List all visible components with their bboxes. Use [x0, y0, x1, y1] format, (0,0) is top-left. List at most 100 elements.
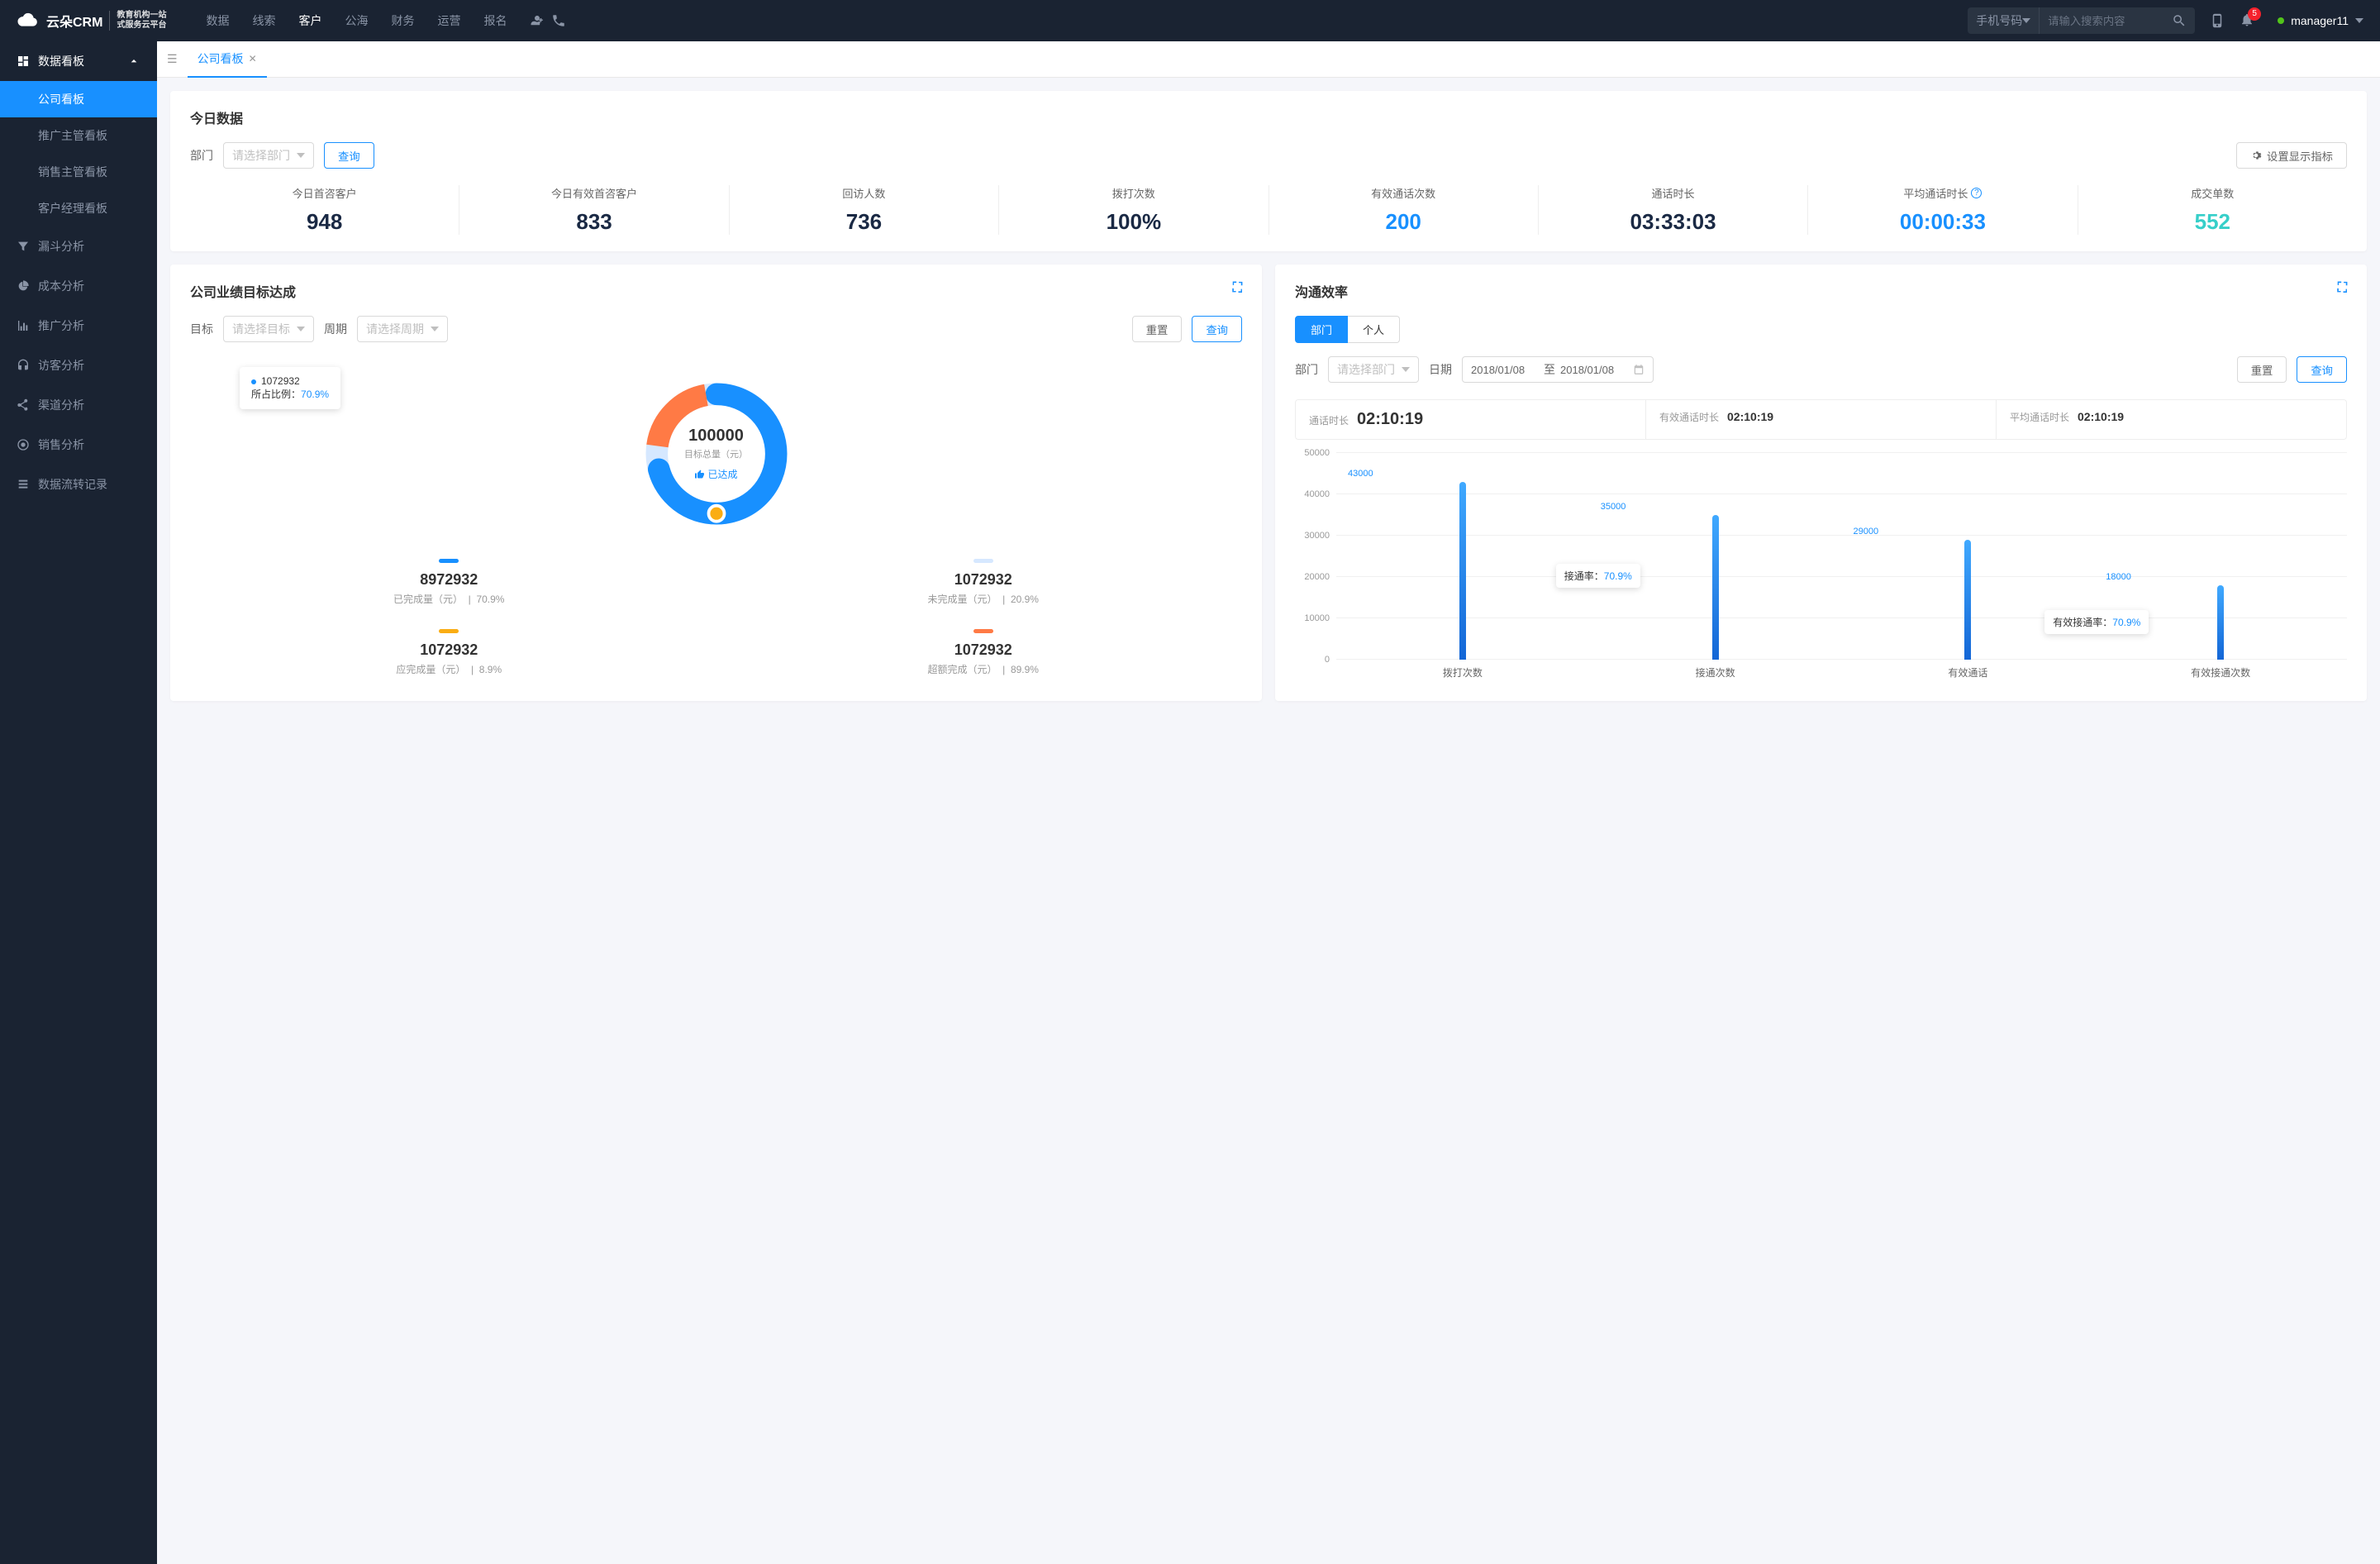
sidebar-item-cost[interactable]: 成本分析 [0, 266, 157, 306]
search-button[interactable] [2163, 7, 2195, 34]
search-group: 手机号码 [1968, 7, 2195, 34]
chevron-down-icon [431, 327, 439, 331]
online-status-dot [2278, 17, 2284, 24]
nav-item-pool[interactable]: 公海 [345, 12, 368, 29]
date-to-input[interactable] [1560, 364, 1628, 376]
nav-item-enroll[interactable]: 报名 [483, 12, 507, 29]
comm-tab-dept[interactable]: 部门 [1295, 316, 1348, 343]
notification-button[interactable]: 5 [2240, 12, 2254, 30]
chart-icon [17, 319, 30, 332]
main-area: ☰ 公司看板 ✕ 今日数据 部门 请选择部门 查询 [157, 41, 2380, 1564]
comm-date-range[interactable]: 至 [1462, 356, 1654, 383]
today-data-card: 今日数据 部门 请选择部门 查询 设置显示指标 今日首咨客户948今日有效首咨客… [170, 91, 2367, 251]
nav-item-ops[interactable]: 运营 [437, 12, 460, 29]
chevron-down-icon [297, 153, 305, 158]
metric-item: 平均通话时长02:10:19 [1997, 400, 2346, 439]
nav-item-customers[interactable]: 客户 [298, 12, 321, 29]
share-icon [17, 398, 30, 412]
stat-item: 今日首咨客户948 [190, 185, 459, 235]
donut-tooltip: 1072932 所占比例：70.9% [240, 367, 340, 409]
comm-tab-person[interactable]: 个人 [1348, 316, 1400, 343]
stat-item: 通话时长03:33:03 [1539, 185, 1808, 235]
search-icon [2172, 13, 2187, 28]
notification-badge: 5 [2248, 7, 2261, 21]
goal-target-select[interactable]: 请选择目标 [223, 316, 314, 342]
goal-reset-button[interactable]: 重置 [1132, 316, 1183, 342]
pie-icon [17, 279, 30, 293]
search-input[interactable] [2040, 7, 2163, 34]
stat-item: 成交单数552 [2078, 185, 2347, 235]
donut-chart: 1072932 所占比例：70.9% 100000 目标总量（元） [190, 359, 1242, 549]
close-tab-icon[interactable]: ✕ [249, 53, 257, 64]
stat-item: 今日有效首咨客户833 [459, 185, 729, 235]
logo[interactable]: 云朵CRM 教育机构一站 式服务云平台 [17, 11, 166, 31]
goal-query-button[interactable]: 查询 [1192, 316, 1242, 342]
user-menu[interactable]: manager11 [2278, 14, 2363, 27]
goal-card: 公司业绩目标达成 ⛶ 目标 请选择目标 周期 请选择周期 重置 查询 [170, 265, 1262, 701]
sidebar-item-sales-manager[interactable]: 销售主管看板 [0, 154, 157, 190]
thumbs-up-icon [694, 470, 704, 479]
sidebar-item-channel[interactable]: 渠道分析 [0, 385, 157, 425]
add-user-icon[interactable] [530, 13, 545, 28]
sidebar-item-visitor[interactable]: 访客分析 [0, 346, 157, 385]
comm-query-button[interactable]: 查询 [2297, 356, 2347, 383]
search-type-select[interactable]: 手机号码 [1968, 7, 2040, 34]
sidebar-item-company-board[interactable]: 公司看板 [0, 81, 157, 117]
chevron-down-icon [2022, 18, 2030, 23]
chevron-up-icon [127, 55, 140, 68]
chevron-down-icon [2355, 18, 2363, 23]
metric-item: 有效通话时长02:10:19 [1646, 400, 1997, 439]
achieved-badge: 已达成 [684, 467, 748, 481]
sidebar-item-account-manager[interactable]: 客户经理看板 [0, 190, 157, 226]
target-icon [17, 438, 30, 451]
goal-period-select[interactable]: 请选择周期 [357, 316, 448, 342]
sidebar-item-promo-manager[interactable]: 推广主管看板 [0, 117, 157, 154]
collapse-sidebar-button[interactable]: ☰ [167, 52, 178, 66]
calendar-icon [1633, 364, 1645, 375]
legend-item: 1072932未完成量（元） | 20.9% [725, 559, 1243, 606]
date-from-input[interactable] [1471, 364, 1539, 376]
info-icon[interactable]: ? [1971, 188, 1982, 198]
today-query-button[interactable]: 查询 [324, 142, 374, 169]
tabs-bar: ☰ 公司看板 ✕ [157, 41, 2380, 78]
metric-item: 通话时长02:10:19 [1296, 400, 1646, 439]
sidebar-group-dashboard[interactable]: 数据看板 [0, 41, 157, 81]
comm-reset-button[interactable]: 重置 [2237, 356, 2287, 383]
stat-item: 平均通话时长?00:00:33 [1808, 185, 2078, 235]
chevron-down-icon [1402, 367, 1410, 372]
bar-group: 35000接通次数接通率：70.9% [1589, 453, 1842, 660]
dept-label: 部门 [190, 147, 213, 164]
expand-icon[interactable]: ⛶ [1233, 281, 1242, 296]
sidebar-item-flow-log[interactable]: 数据流转记录 [0, 465, 157, 504]
settings-indicator-button[interactable]: 设置显示指标 [2236, 142, 2347, 169]
nav-item-finance[interactable]: 财务 [391, 12, 414, 29]
cloud-logo-icon [17, 12, 40, 29]
nav-item-leads[interactable]: 线索 [252, 12, 275, 29]
nav-item-data[interactable]: 数据 [206, 12, 229, 29]
goal-title: 公司业绩目标达成 ⛶ [190, 281, 1242, 301]
gear-icon [2250, 150, 2262, 161]
sidebar-item-sales[interactable]: 销售分析 [0, 425, 157, 465]
donut-center-value: 100000 [684, 427, 748, 446]
headset-icon [17, 359, 30, 372]
top-header: 云朵CRM 教育机构一站 式服务云平台 数据 线索 客户 公海 财务 运营 报名… [0, 0, 2380, 41]
bar-group: 18000有效接通次数有效接通率：70.9% [2094, 453, 2347, 660]
legend-item: 8972932已完成量（元） | 70.9% [190, 559, 708, 606]
logo-text: 云朵CRM [46, 11, 102, 31]
mobile June example-device-icon[interactable] [2210, 13, 2225, 28]
expand-icon[interactable]: ⛶ [2338, 281, 2347, 296]
comm-card: 沟通效率 ⛶ 部门 个人 部门 请选择部门 日期 至 [1275, 265, 2367, 701]
sidebar-item-funnel[interactable]: 漏斗分析 [0, 226, 157, 266]
today-dept-select[interactable]: 请选择部门 [223, 142, 314, 169]
sidebar: 数据看板 公司看板 推广主管看板 销售主管看板 客户经理看板 漏斗分析 成本分析… [0, 41, 157, 1564]
sidebar-item-promo[interactable]: 推广分析 [0, 306, 157, 346]
tab-company-board[interactable]: 公司看板 ✕ [188, 41, 267, 78]
phone-icon[interactable] [551, 13, 566, 28]
comm-dept-select[interactable]: 请选择部门 [1328, 356, 1419, 383]
list-icon [17, 478, 30, 491]
bar-group: 43000拨打次数 [1336, 453, 1589, 660]
username: manager11 [2291, 14, 2349, 27]
top-nav: 数据 线索 客户 公海 财务 运营 报名 [206, 12, 507, 29]
stat-item: 回访人数736 [730, 185, 999, 235]
legend-item: 1072932应完成量（元） | 8.9% [190, 629, 708, 676]
